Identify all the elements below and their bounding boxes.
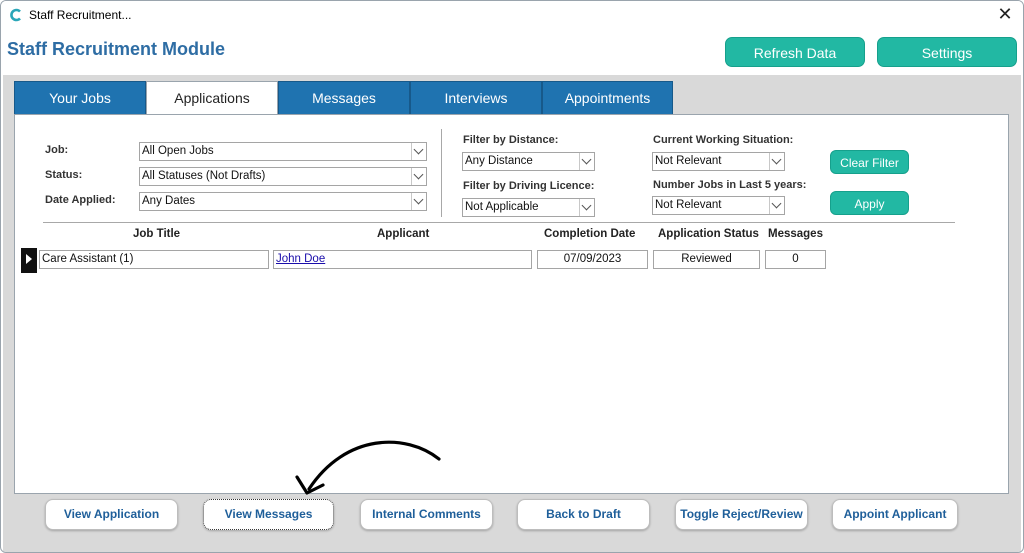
job-filter-value: All Open Jobs <box>142 145 214 157</box>
filter-divider <box>441 129 442 217</box>
column-header-completion-date: Completion Date <box>544 228 636 240</box>
licence-filter-value: Not Applicable <box>465 201 539 213</box>
chevron-down-icon[interactable] <box>579 199 594 216</box>
title-bar: Staff Recruitment... ✕ <box>1 1 1023 29</box>
apply-button[interactable]: Apply <box>830 191 909 215</box>
view-application-button[interactable]: View Application <box>45 499 178 530</box>
status-filter-select[interactable]: All Statuses (Not Drafts) <box>139 167 427 186</box>
distance-filter-label: Filter by Distance: <box>463 134 559 146</box>
toggle-reject-review-button[interactable]: Toggle Reject/Review <box>675 499 808 530</box>
column-header-job-title: Job Title <box>133 228 181 240</box>
table-divider <box>43 222 955 223</box>
back-to-draft-button[interactable]: Back to Draft <box>517 499 650 530</box>
tab-interviews[interactable]: Interviews <box>410 81 542 114</box>
internal-comments-button[interactable]: Internal Comments <box>360 499 493 530</box>
module-title: Staff Recruitment Module <box>7 39 226 59</box>
close-icon[interactable]: ✕ <box>995 4 1015 24</box>
date-applied-select[interactable]: Any Dates <box>139 192 427 211</box>
settings-button[interactable]: Settings <box>877 37 1017 67</box>
refresh-data-button[interactable]: Refresh Data <box>725 37 865 67</box>
chevron-down-icon[interactable] <box>411 168 426 185</box>
chevron-down-icon[interactable] <box>769 197 784 214</box>
view-messages-button[interactable]: View Messages <box>203 499 334 530</box>
column-header-applicant: Applicant <box>377 228 430 240</box>
job-filter-label: Job: <box>45 144 69 156</box>
status-filter-label: Status: <box>45 169 83 181</box>
working-situation-select[interactable]: Not Relevant <box>652 152 785 171</box>
chevron-down-icon[interactable] <box>411 143 426 160</box>
appoint-applicant-button[interactable]: Appoint Applicant <box>832 499 958 530</box>
completion-date-cell[interactable]: 07/09/2023 <box>537 250 648 269</box>
window-title: Staff Recruitment... <box>29 8 132 22</box>
job-title-cell[interactable]: Care Assistant (1) <box>39 250 269 269</box>
job-filter-select[interactable]: All Open Jobs <box>139 142 427 161</box>
status-filter-value: All Statuses (Not Drafts) <box>142 170 266 182</box>
column-header-application-status: Application Status <box>658 228 759 240</box>
tab-appointments[interactable]: Appointments <box>542 81 673 114</box>
column-header-messages: Messages <box>768 228 823 240</box>
application-status-cell[interactable]: Reviewed <box>653 250 760 269</box>
chevron-down-icon[interactable] <box>411 193 426 210</box>
working-situation-label: Current Working Situation: <box>653 134 794 146</box>
app-window: Staff Recruitment... ✕ Staff Recruitment… <box>0 0 1024 553</box>
chevron-down-icon[interactable] <box>579 153 594 170</box>
tab-messages[interactable]: Messages <box>278 81 410 114</box>
licence-filter-label: Filter by Driving Licence: <box>463 180 595 192</box>
working-situation-value: Not Relevant <box>655 155 722 167</box>
applicant-link[interactable]: John Doe <box>273 250 532 269</box>
app-logo-icon <box>10 8 21 22</box>
date-applied-label: Date Applied: <box>45 194 116 206</box>
jobs-last-5-years-select[interactable]: Not Relevant <box>652 196 785 215</box>
distance-filter-select[interactable]: Any Distance <box>462 152 595 171</box>
record-selector-icon[interactable] <box>21 248 37 273</box>
annotation-arrow-icon <box>295 440 441 495</box>
chevron-down-icon[interactable] <box>769 153 784 170</box>
clear-filter-button[interactable]: Clear Filter <box>830 150 909 174</box>
distance-filter-value: Any Distance <box>465 155 533 167</box>
jobs-last-5-years-label: Number Jobs in Last 5 years: <box>653 179 807 191</box>
date-applied-value: Any Dates <box>142 195 196 207</box>
messages-count-cell[interactable]: 0 <box>765 250 826 269</box>
licence-filter-select[interactable]: Not Applicable <box>462 198 595 217</box>
tab-your-jobs[interactable]: Your Jobs <box>14 81 146 114</box>
tab-applications[interactable]: Applications <box>146 81 278 115</box>
jobs-last-5-years-value: Not Relevant <box>655 199 722 211</box>
